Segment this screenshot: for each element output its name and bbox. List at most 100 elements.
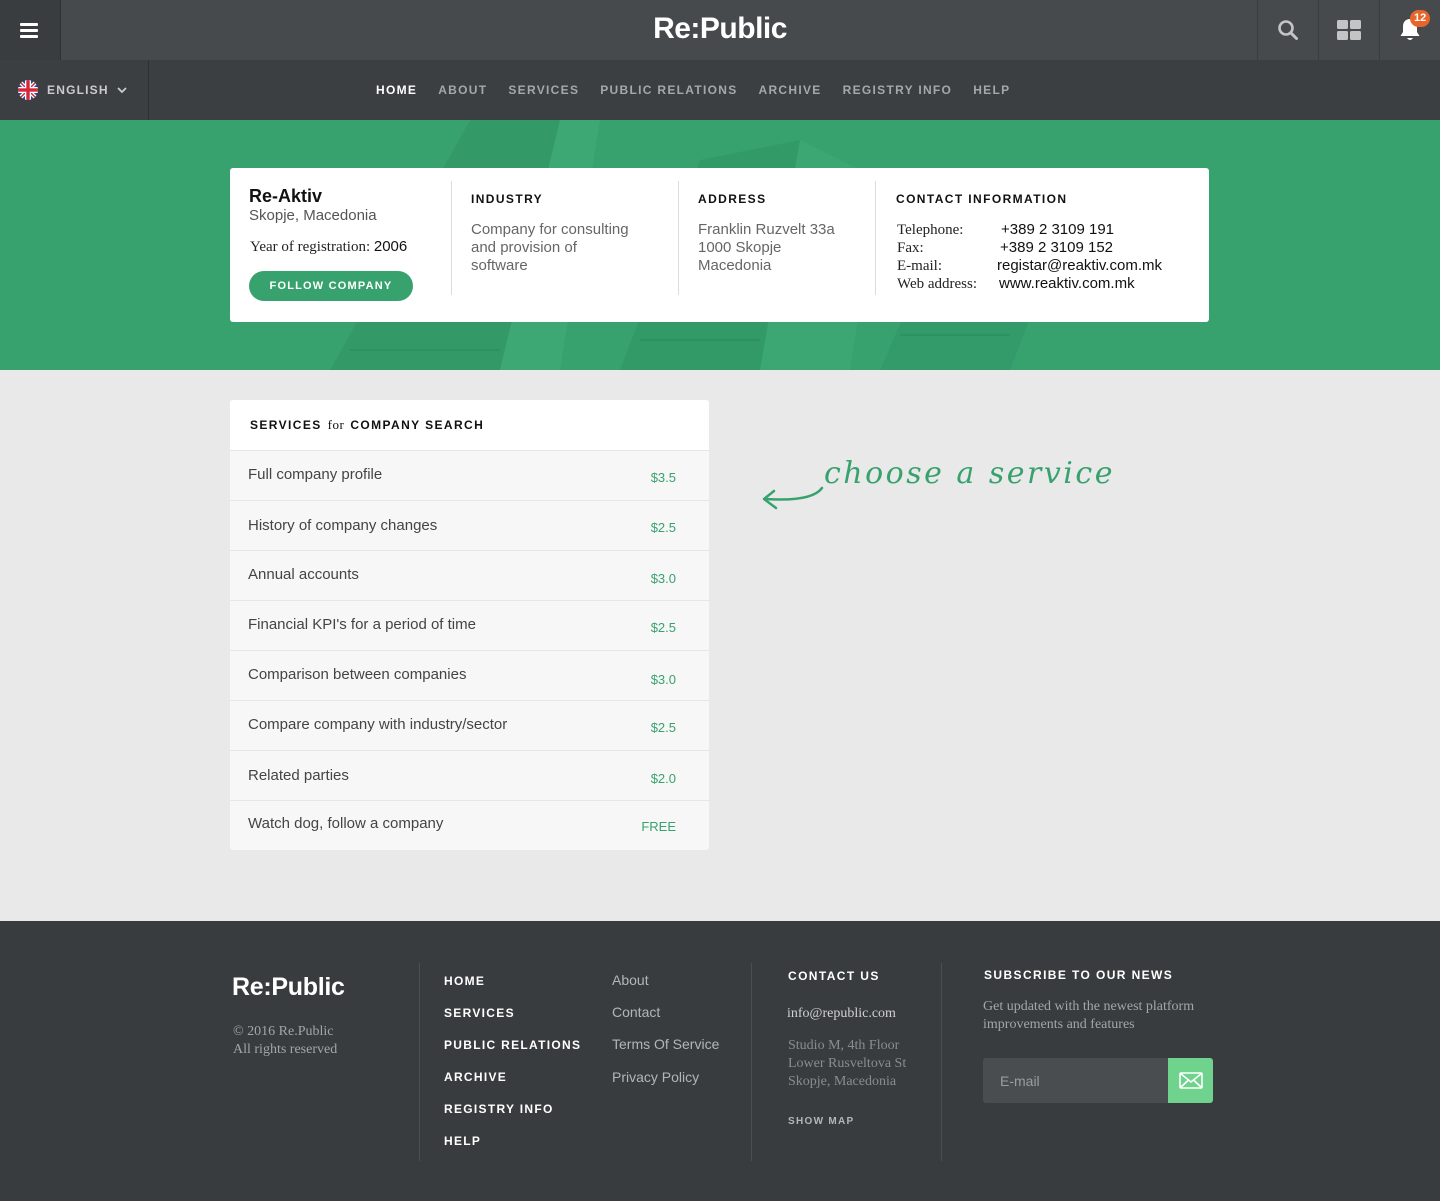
nav-public-relations[interactable]: PUBLIC RELATIONS: [600, 83, 737, 97]
contact-us-heading: CONTACT US: [788, 969, 880, 983]
footer-link-services[interactable]: SERVICES: [444, 1006, 515, 1020]
contact-label: Web address:: [897, 276, 978, 292]
company-location: Skopje, Macedonia: [249, 207, 377, 224]
search-button[interactable]: [1257, 0, 1318, 60]
show-map-link[interactable]: SHOW MAP: [788, 1116, 855, 1127]
footer-link-archive[interactable]: ARCHIVE: [444, 1070, 507, 1084]
contact-label: Fax:: [897, 240, 924, 256]
contact-value: +389 2 3109 191: [1001, 221, 1115, 238]
service-name: History of company changes: [248, 517, 438, 534]
service-item[interactable]: Compare company with industry/sector $2.…: [230, 701, 709, 751]
services-heading-post: COMPANY SEARCH: [350, 418, 485, 432]
address-line: 1000 Skopje: [698, 239, 782, 256]
footer-link-help[interactable]: HELP: [444, 1134, 481, 1148]
service-price: $3.0: [650, 672, 676, 687]
footer: Re:Public © 2016 Re.Public All rights re…: [0, 921, 1440, 1201]
footer-copyright: © 2016 Re.Public All rights reserved: [233, 1023, 337, 1059]
footer-link-registry-info[interactable]: REGISTRY INFO: [444, 1102, 554, 1116]
service-price: $3.5: [650, 470, 676, 485]
services-panel: SERVICES for COMPANY SEARCH Full company…: [230, 400, 709, 850]
service-item[interactable]: Full company profile $3.5: [230, 451, 709, 501]
choose-service-callout: choose a service: [760, 452, 1112, 522]
service-item[interactable]: Financial KPI's for a period of time $2.…: [230, 601, 709, 651]
copyright-line: All rights reserved: [233, 1042, 338, 1057]
industry-line: and provision of: [471, 239, 577, 256]
service-price: $2.5: [650, 620, 676, 635]
language-selector[interactable]: ENGLISH: [0, 60, 149, 120]
nav-help[interactable]: HELP: [973, 83, 1010, 97]
divider: [875, 181, 876, 295]
service-item[interactable]: Related parties $2.0: [230, 751, 709, 801]
subscribe-description: Get updated with the newest platform imp…: [983, 999, 1195, 1032]
service-name: Watch dog, follow a company: [248, 815, 444, 832]
search-icon: [1278, 20, 1298, 40]
industry-text: Company for consulting and provision of …: [471, 221, 629, 275]
services-heading: SERVICES for COMPANY SEARCH: [230, 400, 709, 451]
address-line: Franklin Ruzvelt 33a: [698, 221, 835, 238]
address-text: Franklin Ruzvelt 33a 1000 Skopje Macedon…: [698, 221, 835, 275]
footer-logo[interactable]: Re:Public: [232, 973, 345, 1002]
service-name: Full company profile: [248, 466, 383, 483]
contact-value: +389 2 3109 152: [1000, 239, 1114, 256]
registration-year-label: Year of registration:: [250, 239, 371, 255]
registration-year-value: 2006: [373, 238, 408, 255]
services-heading-pre: SERVICES: [250, 418, 322, 432]
subscribe-button[interactable]: [1168, 1058, 1213, 1103]
footer-link-home[interactable]: HOME: [444, 974, 485, 988]
envelope-icon: [1178, 1072, 1203, 1089]
site-logo[interactable]: Re:Public: [620, 12, 820, 46]
language-label: ENGLISH: [47, 83, 109, 97]
menu-button[interactable]: [0, 0, 61, 60]
nav-registry-info[interactable]: REGISTRY INFO: [843, 83, 953, 97]
service-price: $2.0: [650, 771, 676, 786]
service-price: FREE: [641, 819, 676, 834]
service-name: Compare company with industry/sector: [248, 716, 508, 733]
copyright-line: © 2016 Re.Public: [233, 1024, 334, 1039]
contact-web-link[interactable]: www.reaktiv.com.mk: [999, 275, 1135, 293]
follow-company-button[interactable]: FOLLOW COMPANY: [249, 271, 413, 301]
nav-archive[interactable]: ARCHIVE: [759, 83, 822, 97]
contact-label: E-mail:: [897, 258, 942, 274]
service-item[interactable]: Annual accounts $3.0: [230, 551, 709, 601]
notifications-button[interactable]: 12: [1379, 0, 1440, 60]
contact-email-link[interactable]: registar@reaktiv.com.mk: [997, 257, 1162, 275]
address-line: Lower Rusveltova St: [788, 1056, 907, 1071]
service-price: $2.5: [650, 520, 676, 535]
services-heading-for: for: [327, 417, 345, 432]
uk-flag-icon: [18, 80, 38, 100]
footer-link-privacy[interactable]: Privacy Policy: [612, 1069, 699, 1085]
footer-address: Studio M, 4th Floor Lower Rusveltova St …: [788, 1037, 906, 1091]
grid-icon: [1337, 20, 1361, 40]
nav-about[interactable]: ABOUT: [438, 83, 487, 97]
apps-button[interactable]: [1318, 0, 1379, 60]
choose-service-text: choose a service: [824, 456, 1115, 491]
industry-line: Company for consulting: [471, 221, 629, 238]
hamburger-icon-bar: [20, 29, 38, 32]
subscribe-heading: SUBSCRIBE TO OUR NEWS: [984, 968, 1174, 982]
service-price: $2.5: [650, 720, 676, 735]
divider: [419, 963, 420, 1161]
registration-year: Year of registration: 2006: [250, 238, 407, 256]
address-line: Macedonia: [698, 257, 772, 274]
footer-link-terms[interactable]: Terms Of Service: [612, 1036, 719, 1052]
footer-link-contact[interactable]: Contact: [612, 1004, 660, 1020]
divider: [751, 963, 752, 1161]
nav-services[interactable]: SERVICES: [508, 83, 579, 97]
address-line: Skopje, Macedonia: [788, 1074, 897, 1089]
service-item[interactable]: Watch dog, follow a company FREE: [230, 801, 709, 850]
hamburger-icon: [20, 23, 38, 26]
contact-heading: CONTACT INFORMATION: [896, 192, 1068, 206]
divider: [451, 181, 452, 295]
curved-arrow-icon: [762, 486, 824, 510]
chevron-down-icon: [117, 86, 127, 93]
nav-home[interactable]: HOME: [376, 83, 417, 97]
service-item[interactable]: History of company changes $2.5: [230, 501, 709, 551]
service-item[interactable]: Comparison between companies $3.0: [230, 651, 709, 701]
subscribe-email-input[interactable]: [983, 1058, 1168, 1103]
notification-badge: 12: [1410, 10, 1431, 27]
contact-label: Telephone:: [897, 222, 964, 238]
service-name: Financial KPI's for a period of time: [248, 616, 476, 633]
footer-link-about[interactable]: About: [612, 972, 649, 988]
footer-contact-email[interactable]: info@republic.com: [787, 1006, 896, 1022]
footer-link-public-relations[interactable]: PUBLIC RELATIONS: [444, 1038, 581, 1052]
